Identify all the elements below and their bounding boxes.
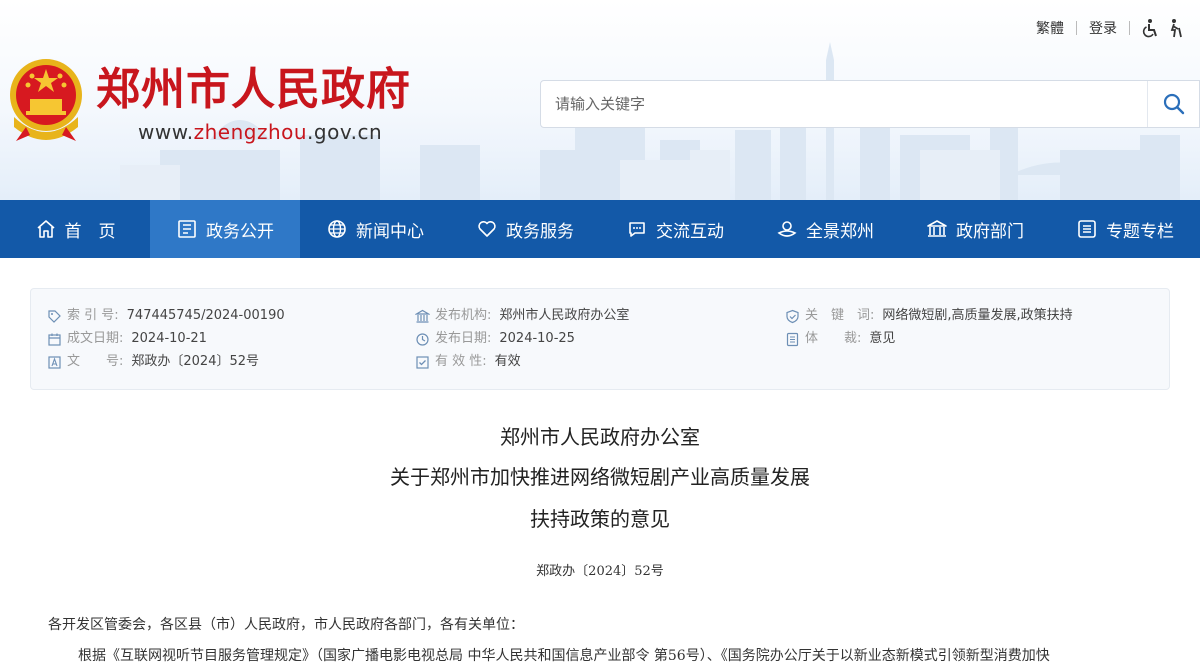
- meta-index-number: 索 引 号: 747445745/2024-00190: [47, 307, 285, 325]
- check-doc-icon: [416, 355, 429, 369]
- nav-panorama-zhengzhou[interactable]: 全景郑州: [750, 200, 900, 258]
- salutation: 各开发区管委会，各区县（市）人民政府，市人民政府各部门，各有关单位：: [48, 617, 524, 633]
- search-icon: [1163, 93, 1184, 115]
- login-link[interactable]: 登录: [1077, 18, 1129, 38]
- nav-government-services[interactable]: 政务服务: [450, 200, 600, 258]
- building-icon: [415, 309, 430, 323]
- nav-interaction[interactable]: 交流互动: [600, 200, 750, 258]
- panorama-icon: [777, 221, 797, 237]
- nav-government-departments[interactable]: 政府部门: [900, 200, 1050, 258]
- meta-publisher: 发布机构: 郑州市人民政府办公室: [415, 307, 629, 325]
- site-header: 郑州市人民政府 www.zhengzhou.gov.cn 繁體 登录: [0, 0, 1200, 200]
- document-title-line-1: 郑州市人民政府办公室: [500, 425, 700, 449]
- nav-label: 新闻中心: [356, 221, 424, 242]
- top-links: 繁體 登录: [1024, 18, 1186, 38]
- globe-icon: [328, 220, 346, 238]
- nav-news-center[interactable]: 新闻中心: [300, 200, 450, 258]
- nav-label: 专题专栏: [1106, 221, 1174, 242]
- tag-icon: [48, 309, 61, 323]
- document-icon: [178, 220, 196, 238]
- nav-label: 政府部门: [956, 221, 1024, 242]
- document-title-line-2: 关于郑州市加快推进网络微短剧产业高质量发展: [390, 465, 810, 489]
- nav-label: 政务服务: [506, 221, 574, 242]
- site-title: 郑州市人民政府: [96, 64, 411, 115]
- building-icon: [927, 220, 947, 237]
- meta-validity: 有 效 性: 有效: [415, 353, 521, 371]
- home-icon: [36, 220, 55, 238]
- site-url: www.zhengzhou.gov.cn: [138, 120, 383, 144]
- meta-genre: 体 裁: 意见: [785, 330, 895, 348]
- search-box: [540, 80, 1200, 128]
- document-number: 郑政办〔2024〕52号: [536, 564, 664, 579]
- nav-home[interactable]: 首 页: [0, 200, 150, 258]
- list-icon: [1078, 220, 1096, 238]
- accessibility-icon[interactable]: [1140, 18, 1160, 38]
- nav-label: 全景郑州: [806, 221, 874, 242]
- calendar-icon: [48, 333, 61, 346]
- shield-icon: [786, 309, 799, 323]
- elderly-mode-icon[interactable]: [1166, 18, 1186, 38]
- nav-label: 政务公开: [206, 221, 274, 242]
- nav-label: 交流互动: [656, 221, 724, 242]
- heart-icon: [478, 221, 496, 237]
- meta-keywords: 关 键 词: 网络微短剧,高质量发展,政策扶持: [785, 307, 1073, 325]
- meta-publish-date: 发布日期: 2024-10-25: [415, 330, 575, 348]
- meta-document-number: 文 号: 郑政办〔2024〕52号: [47, 353, 259, 371]
- search-button[interactable]: [1147, 81, 1199, 127]
- main-nav: 首 页 政务公开 新闻中心 政务服务 交流互动 全景郑州 政府部门 专题专栏: [0, 200, 1200, 258]
- body-paragraph: 根据《互联网视听节目服务管理规定》（国家广播电影电视总局 中华人民共和国信息产业…: [78, 648, 1050, 664]
- clock-icon: [416, 332, 429, 346]
- document-metadata-panel: 索 引 号: 747445745/2024-00190 成文日期: 2024-10-…: [30, 288, 1170, 390]
- nav-special-topics[interactable]: 专题专栏: [1050, 200, 1200, 258]
- chat-icon: [629, 222, 645, 237]
- list-icon: [786, 332, 799, 346]
- nav-label: 首 页: [64, 221, 116, 242]
- meta-created-date: 成文日期: 2024-10-21: [47, 330, 207, 348]
- nav-government-affairs-open[interactable]: 政务公开: [150, 200, 300, 258]
- national-emblem-logo: [10, 59, 82, 141]
- traditional-chinese-link[interactable]: 繁體: [1024, 18, 1076, 38]
- text-icon: [48, 355, 61, 369]
- search-input[interactable]: [541, 81, 1147, 127]
- document-title-line-3: 扶持政策的意见: [530, 507, 670, 531]
